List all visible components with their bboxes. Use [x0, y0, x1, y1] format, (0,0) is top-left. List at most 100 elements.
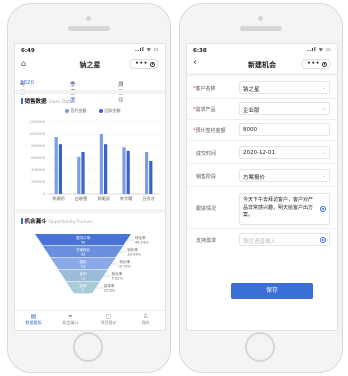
funnel-subtitle: Opportunity Funnel	[48, 220, 92, 225]
chevron-down-icon: ⌄	[20, 80, 25, 86]
followup-value: 今天下午去拜访客户，客户对产品非常感兴趣，明天给客户出方案。	[243, 197, 314, 218]
form-row-product: *需求产品 企业版 ⌄	[187, 99, 337, 120]
stage-value: 方案报价	[243, 175, 266, 181]
amount-input[interactable]: 8000	[239, 123, 330, 136]
x-tick-label: 李建明	[52, 195, 65, 202]
label-text: 客户名称	[195, 86, 216, 92]
chevron-down-icon: ⌄	[321, 150, 326, 156]
tab-label: 项目报价	[100, 320, 117, 325]
sales-title-text: 销售数据	[24, 99, 47, 105]
screen-new-opportunity: 6:38 ..ıl ᯤ ▭ ‹ 新建机会 ••• *客户名称 钠之星 ⌄ *需求…	[186, 43, 338, 331]
more-icon[interactable]: •••	[135, 59, 148, 69]
form-row-deal-date: 成交时间 2020-12-01 ⌄	[187, 143, 337, 164]
funnel-icon: ⏷	[68, 313, 73, 320]
close-target-icon[interactable]	[322, 61, 327, 67]
tab-quote[interactable]: ▢ 项目报价	[90, 313, 127, 326]
legend-label: 签约金额	[70, 108, 87, 113]
funnel-stage-value: 50	[81, 241, 86, 245]
bar-received	[58, 144, 62, 194]
customer-field[interactable]: 钠之星 ⌄	[239, 81, 330, 94]
bar-received	[104, 144, 108, 194]
phone-frame-right: 6:38 ..ıl ᯤ ▭ ‹ 新建机会 ••• *客户名称 钠之星 ⌄ *需求…	[179, 3, 343, 373]
funnel-stage-value: 33	[81, 253, 86, 257]
funnel-stage-value: 5	[82, 289, 84, 293]
deal-date-value: 2020-12-01	[243, 150, 275, 156]
legend-label: 回款金额	[104, 108, 121, 113]
chart-icon: ▤	[30, 313, 37, 320]
nav-bar: ⌂ 钠之星 •••	[15, 57, 165, 71]
bar-signed	[77, 156, 81, 194]
funnel-note-value: 46.23%	[135, 241, 149, 245]
followup-label: 跟进情况	[196, 206, 217, 212]
sales-bar-chart: 1200000 1000000 800000 600000 400000 200000 0 李…	[29, 120, 160, 202]
funnel-stage-name: 方案报价	[76, 247, 91, 252]
label-text: 需求产品	[195, 107, 216, 113]
funnel-stage-name: 谈判	[79, 271, 87, 276]
tab-dashboard[interactable]: ▤ 数据看板	[15, 313, 52, 326]
tab-funnel[interactable]: ⏷ 机会漏斗	[52, 313, 89, 326]
funnel-note-label: 转化率	[135, 235, 146, 240]
home-button[interactable]	[245, 332, 275, 362]
label-text: 预计签约金额	[195, 128, 226, 134]
x-tick-label: 郑美丽	[97, 195, 110, 202]
legend-dot	[99, 108, 103, 113]
more-icon[interactable]: •••	[307, 59, 320, 69]
funnel-stage-value: 23	[81, 265, 86, 269]
chevron-down-icon: ⌄	[321, 85, 326, 91]
sales-subtitle: Sales Data	[48, 100, 73, 105]
save-button[interactable]: 保存	[231, 283, 313, 299]
home-button[interactable]	[73, 332, 103, 362]
chart-legend: 签约金额 回款金额	[15, 107, 165, 115]
y-tick-label: 1200000	[29, 120, 46, 124]
customer-value: 钠之星	[243, 87, 260, 93]
voice-input-icon[interactable]	[320, 206, 326, 212]
bar-signed	[99, 134, 103, 194]
customer-label: *客户名称	[193, 85, 216, 92]
deal-date-picker[interactable]: 2020-12-01 ⌄	[239, 146, 330, 159]
filter-bar: 年份: 2020 ⌄ 季度: 一季度 ⌄ 月份: 请选择	[15, 76, 165, 104]
close-target-icon[interactable]	[150, 61, 155, 67]
support-input[interactable]: 按住语音输入	[239, 233, 330, 246]
nav-bar: ‹ 新建机会 •••	[187, 57, 337, 71]
divider	[15, 90, 165, 94]
product-value: 企业版	[243, 108, 260, 114]
form-row-support: 支持需求 按住语音输入	[187, 230, 337, 250]
amount-value: 8000	[243, 127, 257, 133]
status-icons: ..ıl ᯤ ▭	[307, 47, 331, 53]
funnel-stage-name: 意向订单	[76, 235, 91, 240]
divider	[187, 73, 337, 76]
title-accent-bar	[21, 98, 23, 104]
followup-textarea[interactable]: 今天下午去拜访客户，客户对产品非常感兴趣，明天给客户出方案。	[239, 193, 330, 225]
funnel-stage-name: 赢单	[79, 283, 87, 288]
tab-profile[interactable]: ♙ 我的	[127, 313, 164, 326]
y-tick-label: 1000000	[29, 132, 46, 136]
opportunity-funnel: 意向订单50转化率46.23%方案报价33转化率33.43%招标23转化率8.7…	[35, 234, 149, 294]
mini-program-capsule[interactable]: •••	[129, 59, 159, 69]
tab-bar: ▤ 数据看板 ⏷ 机会漏斗 ▢ 项目报价 ♙ 我的	[15, 310, 165, 330]
funnel-note-label: 转化率	[127, 247, 138, 252]
bar-signed	[122, 147, 126, 194]
product-field[interactable]: 企业版 ⌄	[239, 102, 330, 115]
funnel-note-label: 赢单率	[104, 283, 115, 288]
mini-program-capsule[interactable]: •••	[301, 59, 331, 69]
status-time: 6:38	[193, 48, 207, 54]
divider	[15, 209, 165, 213]
voice-input-icon[interactable]	[320, 237, 326, 243]
funnel-note-value: 8.73%	[119, 265, 131, 269]
legend-item-received: 回款金额	[99, 108, 121, 114]
chevron-down-icon: ⌄	[321, 106, 326, 112]
form-row-stage: 销售阶段 方案报价 ⌄	[187, 166, 337, 187]
y-tick-label: 200000	[31, 180, 45, 184]
bar-received	[81, 152, 85, 194]
screen-dashboard: 6:49 ..ıl ᯤ ▭ ⌂ 钠之星 ••• 年份: 2020 ⌄ 季度: 一…	[14, 43, 166, 331]
camera-dot	[258, 16, 263, 21]
user-icon: ♙	[142, 313, 149, 320]
y-tick-label: 400000	[31, 168, 45, 172]
stage-select[interactable]: 方案报价 ⌄	[239, 169, 330, 182]
form-row-followup: 跟进情况 今天下午去拜访客户，客户对产品非常感兴趣，明天给客户出方案。	[187, 190, 337, 229]
x-tick-label: 白晓慧	[75, 195, 88, 202]
speaker-bar	[240, 26, 282, 31]
funnel-note-value: 33.43%	[127, 253, 141, 257]
speaker-bar	[68, 26, 110, 31]
funnel-note-value: 25.8%	[104, 289, 116, 293]
